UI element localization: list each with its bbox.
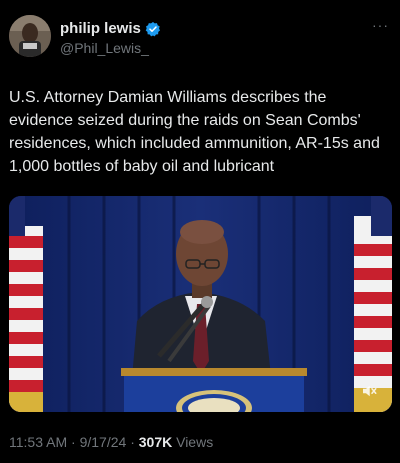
views-count[interactable]: 307K — [139, 434, 172, 450]
views-label: Views — [176, 434, 214, 450]
separator-dot: · — [130, 434, 135, 450]
post-date[interactable]: 9/17/24 — [80, 434, 127, 450]
video-frame — [9, 196, 392, 412]
tweet-text: U.S. Attorney Damian Williams describes … — [9, 89, 380, 175]
tweet-header: philip lewis @Phil_Lewis_ ··· — [0, 0, 400, 70]
more-options-button[interactable]: ··· — [372, 18, 389, 32]
display-name[interactable]: philip lewis — [60, 20, 141, 37]
user-handle[interactable]: @Phil_Lewis_ — [60, 40, 149, 56]
avatar[interactable] — [9, 15, 51, 57]
speaker-muted-icon[interactable] — [360, 382, 378, 400]
post-time[interactable]: 11:53 AM — [9, 434, 67, 450]
verified-badge-icon — [145, 21, 161, 37]
tweet-metadata: 11:53 AM · 9/17/24 · 307K Views — [9, 434, 213, 450]
video-player[interactable] — [9, 196, 392, 412]
separator-dot: · — [71, 434, 76, 450]
